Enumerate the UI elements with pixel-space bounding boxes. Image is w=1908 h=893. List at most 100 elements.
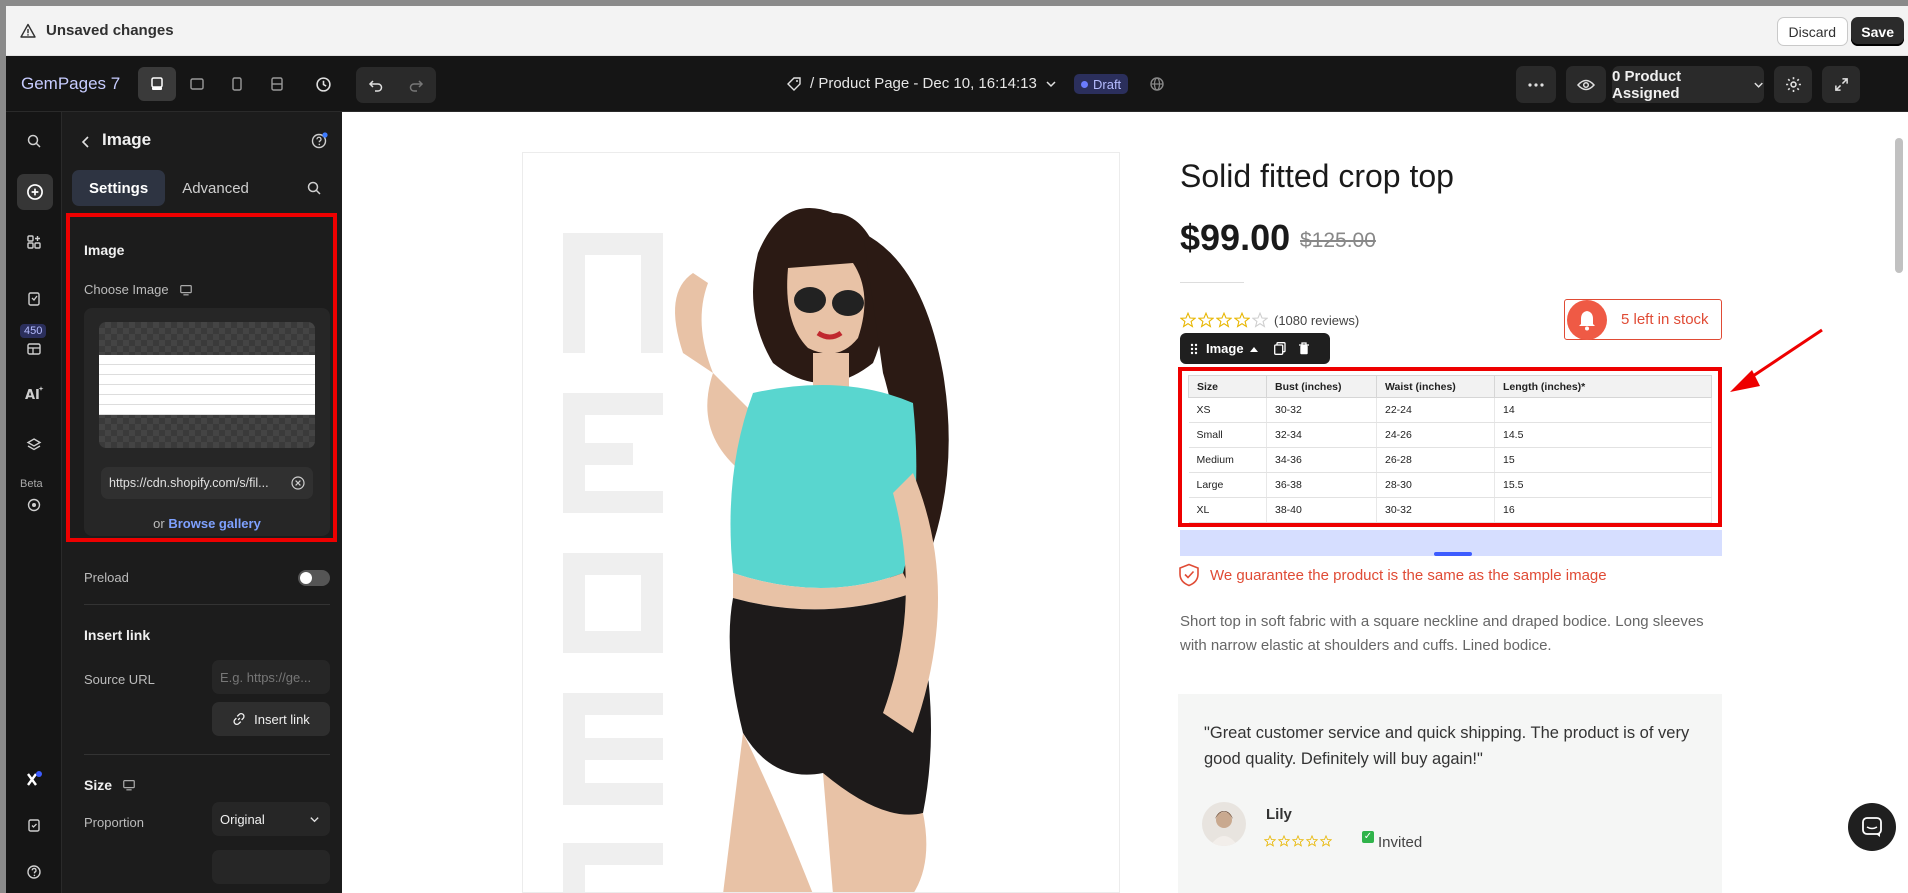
more-icon	[1528, 82, 1544, 87]
chat-icon	[1862, 817, 1882, 837]
settings-button[interactable]	[1774, 66, 1812, 103]
image-url-field[interactable]: https://cdn.shopify.com/s/fil...	[101, 467, 313, 499]
back-arrow-icon[interactable]	[80, 134, 92, 150]
size-title: Size	[84, 777, 113, 793]
caret-up-icon[interactable]	[1249, 346, 1258, 352]
rail-templates[interactable]	[19, 334, 49, 364]
chat-launcher[interactable]	[1848, 803, 1896, 851]
mobile-icon	[232, 77, 242, 91]
help-icon[interactable]	[310, 132, 328, 150]
fullscreen-button[interactable]	[1822, 66, 1860, 103]
preload-label: Preload	[84, 570, 129, 585]
table-cell: 16	[1494, 497, 1712, 523]
table-cell: 15.5	[1494, 472, 1712, 498]
rail-apps[interactable]	[19, 227, 49, 257]
ai-icon: AI	[25, 386, 44, 401]
tablet-view-button[interactable]	[178, 67, 216, 101]
product-assigned-dropdown[interactable]: 0 Product Assigned	[1612, 66, 1764, 103]
table-cell: Medium	[1188, 447, 1267, 473]
mobile-view-button[interactable]	[218, 67, 256, 101]
product-price[interactable]: $99.00	[1180, 217, 1290, 259]
redo-button[interactable]	[396, 67, 436, 103]
preload-toggle[interactable]	[298, 570, 330, 586]
undo-icon	[368, 80, 383, 92]
element-toolbar: Image	[1180, 333, 1330, 364]
source-url-input[interactable]: E.g. https://ge...	[212, 660, 330, 694]
proportion-select[interactable]: Original	[212, 802, 330, 836]
rail-beta-feature[interactable]	[19, 490, 49, 520]
rail-pages[interactable]	[19, 284, 49, 314]
model-photo	[675, 208, 949, 892]
desktop-view-button[interactable]	[138, 67, 176, 101]
browse-gallery-link[interactable]: Browse gallery	[168, 516, 261, 531]
undo-button[interactable]	[356, 67, 396, 103]
insert-link-button[interactable]: Insert link	[212, 702, 330, 736]
product-image[interactable]	[522, 152, 1120, 893]
table-cell: 14	[1494, 397, 1712, 423]
preview-button[interactable]	[1566, 66, 1606, 103]
desktop-icon	[123, 780, 135, 791]
target-icon	[27, 498, 41, 512]
stock-counter[interactable]: 5 left in stock	[1564, 299, 1722, 340]
compare-price[interactable]: $125.00	[1300, 229, 1376, 253]
drag-handle-icon[interactable]	[1190, 343, 1198, 355]
language-button[interactable]	[1140, 67, 1174, 101]
testimonial-card[interactable]: "Great customer service and quick shippi…	[1178, 694, 1722, 893]
rail-add-element[interactable]	[17, 174, 53, 210]
product-title[interactable]: Solid fitted crop top	[1180, 158, 1454, 195]
table-cell: XL	[1188, 497, 1267, 523]
image-thumbnail[interactable]	[99, 322, 315, 448]
product-description[interactable]: Short top in soft fabric with a square n…	[1180, 610, 1720, 658]
brand-logo[interactable]: GemPages 7	[21, 74, 120, 94]
tablet-icon	[190, 78, 204, 90]
table-header: Size	[1188, 375, 1267, 398]
rail-layers[interactable]	[19, 430, 49, 460]
size-chart-image[interactable]: Size Bust (inches) Waist (inches) Length…	[1178, 367, 1722, 527]
annotation-arrow	[1730, 328, 1823, 392]
page-title-selector[interactable]: / Product Page - Dec 10, 16:14:13	[786, 75, 1057, 92]
product-assigned-label: 0 Product Assigned	[1612, 67, 1682, 102]
rail-checklist[interactable]	[19, 810, 49, 840]
rail-help[interactable]	[19, 857, 49, 887]
rating-stars[interactable]	[1180, 312, 1268, 328]
discard-button[interactable]: Discard	[1776, 17, 1848, 46]
close-circle-icon[interactable]	[291, 476, 305, 490]
table-header: Waist (inches)	[1376, 375, 1495, 398]
clipboard-icon	[28, 819, 40, 832]
search-icon[interactable]	[306, 180, 322, 196]
tab-advanced[interactable]: Advanced	[165, 170, 266, 206]
source-url-label: Source URL	[84, 672, 155, 687]
link-icon	[233, 712, 245, 726]
history-button[interactable]	[306, 67, 340, 101]
table-cell: 30-32	[1376, 497, 1495, 523]
bell-icon	[1567, 299, 1607, 340]
choose-image-row: Choose Image	[84, 282, 193, 297]
insert-link-label: Insert link	[254, 711, 310, 727]
editor-toolbar: GemPages 7 / Product Page - Dec 10, 16:1…	[6, 56, 1908, 112]
element-type-label[interactable]: Image	[1206, 341, 1244, 356]
trash-icon[interactable]	[1298, 342, 1310, 355]
guarantee-row: We guarantee the product is the same as …	[1178, 563, 1607, 587]
table-cell: 34-36	[1266, 447, 1377, 473]
resize-handle[interactable]	[1434, 552, 1472, 556]
rail-search[interactable]	[19, 126, 49, 156]
canvas-scrollbar[interactable]	[1895, 138, 1903, 273]
more-options-button[interactable]	[1516, 66, 1556, 103]
tab-settings[interactable]: Settings	[72, 170, 166, 206]
shield-icon	[1179, 563, 1199, 587]
settings-panel: Image Settings Advanced Image Choose Ima…	[62, 112, 342, 893]
expand-icon	[1834, 78, 1848, 91]
rail-x-app[interactable]	[19, 764, 49, 794]
duplicate-icon[interactable]	[1273, 342, 1286, 355]
fullpage-view-button[interactable]	[258, 67, 296, 101]
search-icon	[27, 134, 41, 148]
panel-tabs: Settings Advanced	[72, 170, 266, 206]
rail-ai[interactable]: AI	[19, 378, 49, 408]
beta-label: Beta	[20, 478, 43, 490]
table-header-row: Size Bust (inches) Waist (inches) Length…	[1188, 375, 1712, 398]
review-count[interactable]: (1080 reviews)	[1274, 313, 1359, 328]
save-button[interactable]: Save	[1851, 17, 1904, 46]
star-icon	[1252, 312, 1268, 328]
status-badge: Draft	[1074, 74, 1129, 94]
size-input[interactable]	[212, 850, 330, 884]
